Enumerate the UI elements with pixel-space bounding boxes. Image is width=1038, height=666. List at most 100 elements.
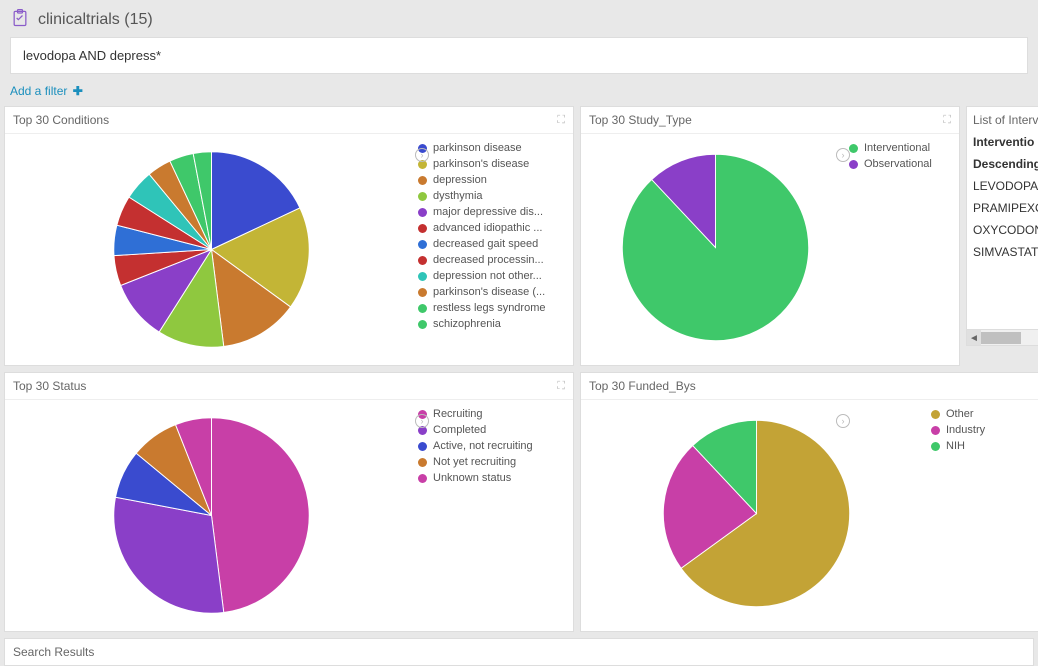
list-item[interactable]: OXYCODONE — [973, 223, 1038, 237]
panel-status: Top 30 Status ⛶ › Recruiting Completed Act… — [4, 372, 574, 632]
legend-item[interactable]: Completed — [418, 424, 565, 436]
legend-dot-icon — [418, 224, 427, 233]
interventions-heading-1: Interventio — [973, 135, 1038, 149]
legend-label: Not yet recruiting — [433, 456, 516, 468]
panel-title-funded-by: Top 30 Funded_Bys — [589, 379, 696, 393]
chart-funded-by[interactable] — [589, 408, 923, 618]
legend-item[interactable]: parkinson's disease (... — [418, 286, 565, 298]
legend-item[interactable]: restless legs syndrome — [418, 302, 565, 314]
legend-label: Active, not recruiting — [433, 440, 533, 452]
legend-item[interactable]: schizophrenia — [418, 318, 565, 330]
legend-label: Observational — [864, 158, 932, 170]
legend-item[interactable]: Active, not recruiting — [418, 440, 565, 452]
search-query-text: levodopa AND depress* — [23, 48, 161, 63]
legend-item[interactable]: depression — [418, 174, 565, 186]
legend-dot-icon — [418, 192, 427, 201]
legend-dot-icon — [931, 426, 940, 435]
panel-title-study-type: Top 30 Study_Type — [589, 113, 692, 127]
legend-dot-icon — [418, 474, 427, 483]
list-item[interactable]: PRAMIPEXOL — [973, 201, 1038, 215]
legend-item[interactable]: parkinson's disease — [418, 158, 565, 170]
search-input[interactable]: levodopa AND depress* — [10, 37, 1028, 74]
legend-label: Industry — [946, 424, 985, 436]
legend-item[interactable]: Industry — [931, 424, 1033, 436]
legend-label: depression not other... — [433, 270, 542, 282]
legend-label: decreased processin... — [433, 254, 544, 266]
legend-item[interactable]: major depressive dis... — [418, 206, 565, 218]
legend-label: Recruiting — [433, 408, 483, 420]
legend-label: decreased gait speed — [433, 238, 538, 250]
legend-dot-icon — [931, 410, 940, 419]
legend-dot-icon — [418, 442, 427, 451]
add-filter-link[interactable]: Add a filter ✚ — [10, 84, 83, 98]
horizontal-scrollbar[interactable]: ◄ — [967, 329, 1038, 345]
legend-item[interactable]: dysthymia — [418, 190, 565, 202]
legend-dot-icon — [418, 256, 427, 265]
legend-item[interactable]: advanced idiopathic ... — [418, 222, 565, 234]
legend-label: schizophrenia — [433, 318, 501, 330]
legend-dot-icon — [849, 160, 858, 169]
search-results-label: Search Results — [13, 645, 94, 659]
legend-dot-icon — [418, 304, 427, 313]
interventions-heading-2: Descending — [973, 157, 1038, 171]
legend-label: parkinson's disease (... — [433, 286, 545, 298]
chart-study-type[interactable] — [589, 142, 841, 352]
legend-item[interactable]: NIH — [931, 440, 1033, 452]
legend-item[interactable]: Other — [931, 408, 1033, 420]
expand-icon[interactable]: ⛶ — [557, 114, 565, 127]
panel-funded-by: Top 30 Funded_Bys › Other Industry NIH — [580, 372, 1038, 632]
chart-status[interactable] — [13, 408, 410, 623]
page-title: clinicaltrials (15) — [38, 11, 153, 29]
legend-label: Interventional — [864, 142, 930, 154]
legend-dot-icon — [418, 272, 427, 281]
clipboard-icon — [10, 8, 30, 31]
panel-title-interventions: List of Interv — [973, 113, 1038, 127]
scroll-thumb[interactable] — [981, 332, 1021, 344]
add-filter-label: Add a filter — [10, 84, 67, 98]
legend-label: restless legs syndrome — [433, 302, 546, 314]
drill-icon[interactable]: › — [415, 414, 429, 428]
scroll-left-icon[interactable]: ◄ — [967, 330, 981, 346]
search-results-header[interactable]: Search Results — [4, 638, 1034, 666]
legend-item[interactable]: Unknown status — [418, 472, 565, 484]
legend-item[interactable]: Not yet recruiting — [418, 456, 565, 468]
legend-item[interactable]: Recruiting — [418, 408, 565, 420]
panel-study-type: Top 30 Study_Type ⛶ › Interventional Obse… — [580, 106, 960, 366]
drill-icon[interactable]: › — [836, 414, 850, 428]
expand-icon[interactable]: ⛶ — [557, 380, 565, 393]
legend-label: parkinson's disease — [433, 158, 529, 170]
legend-item[interactable]: decreased gait speed — [418, 238, 565, 250]
panel-interventions: List of Interv Interventio Descending LE… — [966, 106, 1038, 346]
legend-item[interactable]: Interventional — [849, 142, 951, 154]
legend-label: depression — [433, 174, 487, 186]
expand-icon[interactable]: ⛶ — [943, 114, 951, 127]
drill-icon[interactable]: › — [836, 148, 850, 162]
legend-status: Recruiting Completed Active, not recruitin… — [410, 408, 565, 623]
legend-item[interactable]: decreased processin... — [418, 254, 565, 266]
legend-label: parkinson disease — [433, 142, 522, 154]
drill-icon[interactable]: › — [415, 148, 429, 162]
legend-study-type: Interventional Observational — [841, 142, 951, 352]
legend-label: NIH — [946, 440, 965, 452]
legend-dot-icon — [418, 320, 427, 329]
legend-dot-icon — [418, 458, 427, 467]
legend-label: Other — [946, 408, 974, 420]
legend-label: major depressive dis... — [433, 206, 543, 218]
legend-item[interactable]: parkinson disease — [418, 142, 565, 154]
legend-dot-icon — [418, 240, 427, 249]
legend-label: advanced idiopathic ... — [433, 222, 542, 234]
legend-label: Completed — [433, 424, 486, 436]
panel-title-status: Top 30 Status — [13, 379, 86, 393]
legend-dot-icon — [849, 144, 858, 153]
legend-dot-icon — [418, 208, 427, 217]
legend-funded-by: Other Industry NIH — [923, 408, 1033, 618]
legend-dot-icon — [931, 442, 940, 451]
legend-label: dysthymia — [433, 190, 483, 202]
list-item[interactable]: LEVODOPA — [973, 179, 1038, 193]
legend-item[interactable]: depression not other... — [418, 270, 565, 282]
panel-conditions: Top 30 Conditions ⛶ › parkinson diseasep… — [4, 106, 574, 366]
chart-conditions[interactable] — [13, 142, 410, 357]
legend-dot-icon — [418, 288, 427, 297]
list-item[interactable]: SIMVASTATIN — [973, 245, 1038, 259]
legend-item[interactable]: Observational — [849, 158, 951, 170]
